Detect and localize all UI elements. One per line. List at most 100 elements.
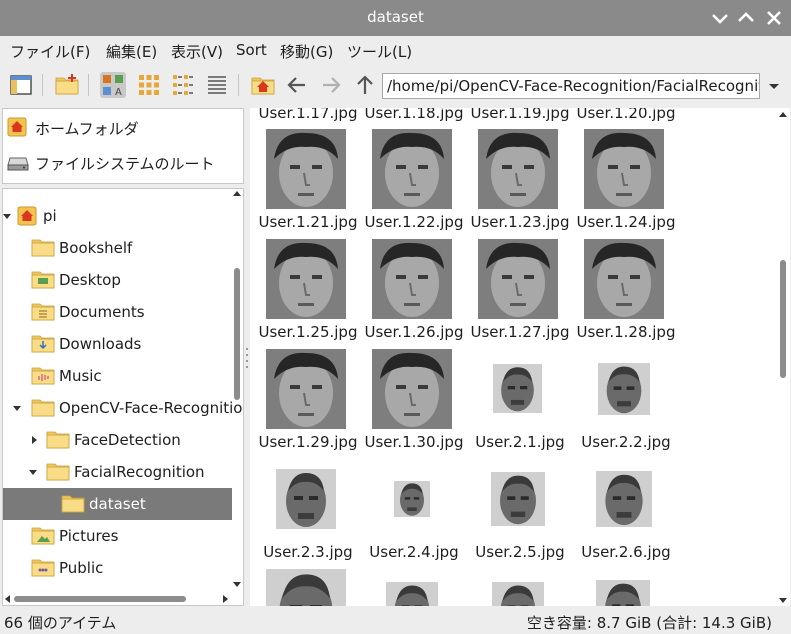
file-label[interactable]: User.2.1.jpg <box>467 433 573 451</box>
compact-view-icon[interactable] <box>170 72 196 98</box>
chevron-down-icon[interactable] <box>2 211 12 221</box>
tree-item-facialrecognition[interactable]: FacialRecognition <box>3 456 232 488</box>
file-thumbnail[interactable] <box>478 129 558 209</box>
list-view-icon[interactable] <box>204 72 230 98</box>
file-thumbnail[interactable] <box>266 569 346 606</box>
new-window-icon[interactable] <box>8 72 34 98</box>
file-label[interactable]: User.1.22.jpg <box>361 213 467 231</box>
file-label[interactable]: User.1.30.jpg <box>361 433 467 451</box>
tree-item-dataset[interactable]: dataset <box>3 488 232 520</box>
pane-splitter[interactable] <box>246 346 248 370</box>
status-bar: 66 個のアイテム 空き容量: 8.7 GiB (合計: 14.3 GiB) <box>0 608 791 634</box>
menu-tools[interactable]: ツール(L) <box>347 41 412 62</box>
chevron-down-icon[interactable] <box>28 467 38 477</box>
file-label[interactable]: User.1.27.jpg <box>467 323 573 341</box>
drive-icon <box>7 157 29 171</box>
tree-label: Public <box>59 559 104 577</box>
back-arrow-icon[interactable] <box>284 72 310 98</box>
tree-vertical-scrollbar[interactable] <box>231 188 243 590</box>
file-thumbnail[interactable] <box>372 349 452 429</box>
folder-icon <box>61 495 85 513</box>
window-title: dataset <box>367 8 424 26</box>
tree-label: Documents <box>59 303 145 321</box>
forward-arrow-icon[interactable] <box>318 72 344 98</box>
tree-item-music[interactable]: Music <box>3 360 232 392</box>
file-thumbnail[interactable] <box>266 239 346 319</box>
maximize-icon[interactable] <box>734 6 758 30</box>
tree-item-pictures[interactable]: Pictures <box>3 520 232 552</box>
menu-sort[interactable]: Sort <box>236 41 267 59</box>
file-label[interactable]: User.2.3.jpg <box>255 543 361 561</box>
tree-item-pi[interactable]: pi <box>3 200 232 232</box>
file-label[interactable]: User.1.17.jpg <box>255 108 361 122</box>
file-label[interactable]: User.1.25.jpg <box>255 323 361 341</box>
file-thumbnail[interactable] <box>598 363 650 415</box>
home-icon[interactable] <box>250 72 276 98</box>
file-thumbnail[interactable] <box>372 129 452 209</box>
icon-grid-view-icon[interactable] <box>136 72 162 98</box>
file-label[interactable]: User.1.28.jpg <box>573 323 679 341</box>
file-thumbnail[interactable] <box>266 349 346 429</box>
tree-item-documents[interactable]: Documents <box>3 296 232 328</box>
public-folder-icon <box>31 559 55 577</box>
downloads-folder-icon <box>31 335 55 353</box>
file-label[interactable]: User.1.18.jpg <box>361 108 467 122</box>
file-label[interactable]: User.1.20.jpg <box>573 108 679 122</box>
file-label[interactable]: User.2.2.jpg <box>573 433 679 451</box>
minimize-icon[interactable] <box>708 6 732 30</box>
file-thumbnail[interactable] <box>491 472 545 526</box>
free-space: 空き容量: 8.7 GiB (合計: 14.3 GiB) <box>526 614 772 632</box>
file-thumbnail[interactable] <box>386 582 438 606</box>
toolbar-separator <box>88 74 89 96</box>
tree-item-facedetection[interactable]: FaceDetection <box>3 424 232 456</box>
up-arrow-icon[interactable] <box>352 72 378 98</box>
place-label: ファイルシステムのルート <box>35 155 215 173</box>
icon-view-button[interactable]: A <box>100 72 126 98</box>
path-input[interactable]: /home/pi/OpenCV-Face-Recognition/FacialR… <box>382 73 760 99</box>
file-thumbnail[interactable] <box>276 469 336 529</box>
file-label[interactable]: User.1.23.jpg <box>467 213 573 231</box>
file-label[interactable]: User.1.24.jpg <box>573 213 679 231</box>
file-thumbnail[interactable] <box>596 580 650 606</box>
file-thumbnail[interactable] <box>266 129 346 209</box>
menu-view[interactable]: 表示(V) <box>171 41 223 62</box>
tree-item-desktop[interactable]: Desktop <box>3 264 232 296</box>
home-folder-icon <box>17 206 37 226</box>
chevron-down-icon[interactable] <box>12 403 22 413</box>
menu-file[interactable]: ファイル(F) <box>10 41 90 62</box>
toolbar-separator <box>238 74 239 96</box>
file-label[interactable]: User.2.6.jpg <box>573 543 679 561</box>
documents-folder-icon <box>31 303 55 321</box>
thumbnail-view-icon: A <box>103 75 123 98</box>
file-view-scrollbar[interactable] <box>776 108 790 606</box>
file-thumbnail[interactable] <box>596 471 652 527</box>
close-icon[interactable] <box>762 6 786 30</box>
file-thumbnail[interactable] <box>584 129 664 209</box>
tree-label: Pictures <box>59 527 119 545</box>
chevron-down-icon[interactable] <box>766 78 782 94</box>
file-thumbnail[interactable] <box>394 481 430 517</box>
tree-item-downloads[interactable]: Downloads <box>3 328 232 360</box>
file-thumbnail[interactable] <box>492 582 544 606</box>
file-label[interactable]: User.1.19.jpg <box>467 108 573 122</box>
menu-edit[interactable]: 編集(E) <box>106 41 157 62</box>
file-thumbnail[interactable] <box>478 239 558 319</box>
file-thumbnail[interactable] <box>372 239 452 319</box>
file-label[interactable]: User.1.29.jpg <box>255 433 361 451</box>
menu-go[interactable]: 移動(G) <box>280 41 333 62</box>
title-bar: dataset <box>0 0 791 36</box>
file-thumbnail[interactable] <box>493 364 542 413</box>
file-label[interactable]: User.2.4.jpg <box>361 543 467 561</box>
file-label[interactable]: User.1.21.jpg <box>255 213 361 231</box>
tree-label: OpenCV-Face-Recognition <box>59 399 244 417</box>
tree-horizontal-scrollbar[interactable] <box>2 592 231 606</box>
tree-item-opencv-face-recognition[interactable]: OpenCV-Face-Recognition <box>3 392 243 424</box>
file-label[interactable]: User.1.26.jpg <box>361 323 467 341</box>
file-label[interactable]: User.2.5.jpg <box>467 543 573 561</box>
file-thumbnail[interactable] <box>584 239 664 319</box>
tree-item-bookshelf[interactable]: Bookshelf <box>3 232 232 264</box>
tree-label: dataset <box>89 495 146 513</box>
tree-item-public[interactable]: Public <box>3 552 232 584</box>
chevron-right-icon[interactable] <box>29 435 39 445</box>
new-folder-icon[interactable] <box>54 72 80 98</box>
